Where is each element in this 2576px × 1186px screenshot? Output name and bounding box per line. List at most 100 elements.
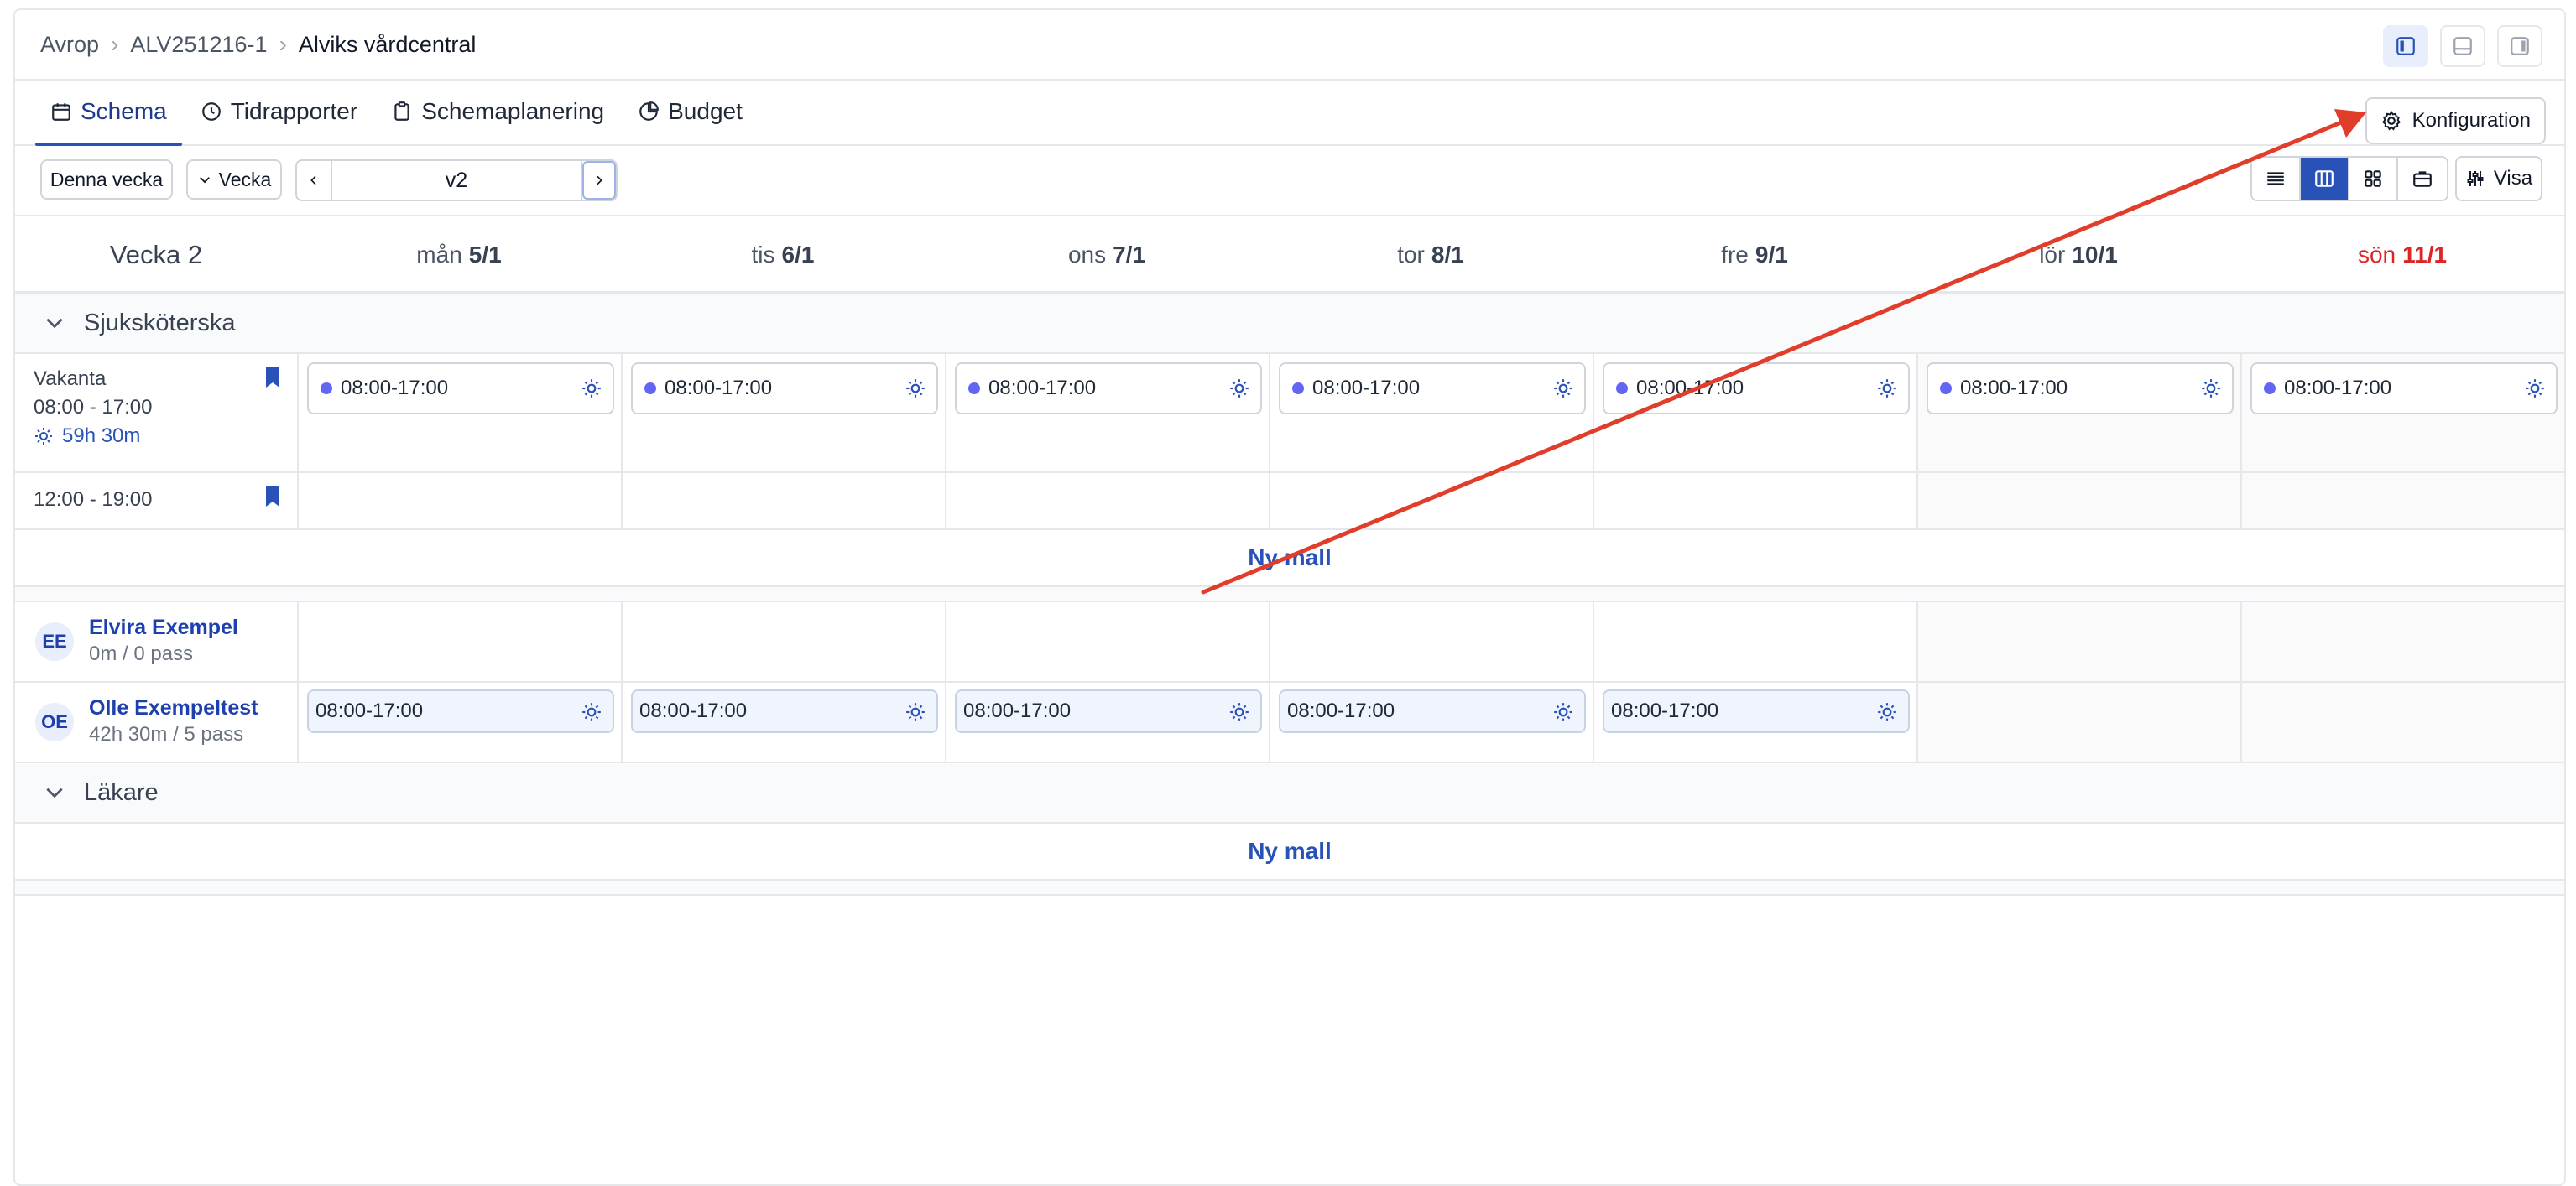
vacant-shift-slot[interactable]: 08:00-17:00 (1603, 362, 1910, 414)
configuration-button[interactable]: Konfiguration (2365, 97, 2546, 144)
assigned-shift-slot[interactable]: 08:00-17:00 (1279, 689, 1586, 733)
this-week-label: Denna vecka (50, 168, 164, 190)
breadcrumb: Avrop › ALV251216-1 › Alviks vårdcentral (40, 31, 476, 58)
tab-tidrapporter[interactable]: Tidrapporter (184, 79, 374, 144)
sun-icon (35, 428, 52, 445)
this-week-button[interactable]: Denna vecka (40, 159, 173, 200)
assigned-shift-slot[interactable]: 08:00-17:00 (955, 689, 1262, 733)
chevron-down-icon (46, 318, 63, 329)
vacant-shift-slot[interactable]: 08:00-17:00 (307, 362, 614, 414)
day-cell[interactable]: 08:00-17:00 (297, 354, 621, 471)
day-cell[interactable] (945, 473, 1269, 528)
tab-label: Budget (668, 98, 743, 124)
layout-right-panel-button[interactable] (2497, 25, 2542, 67)
day-cell[interactable] (297, 473, 621, 528)
day-cell[interactable]: 08:00-17:00 (945, 683, 1269, 762)
tab-schema[interactable]: Schema (34, 79, 184, 146)
grid-view-button[interactable] (2349, 158, 2398, 200)
day-header-4: fre 9/1 (1593, 216, 1916, 294)
day-cell[interactable] (1269, 602, 1593, 681)
day-cell[interactable]: 08:00-17:00 (1593, 683, 1916, 762)
day-cell[interactable] (621, 602, 945, 681)
spacer-row (15, 881, 2564, 896)
period-select[interactable]: Vecka (186, 159, 282, 200)
calendar-icon (52, 103, 70, 121)
status-dot (1292, 382, 1304, 394)
staff-name[interactable]: Olle Exempeltest (89, 696, 258, 720)
briefcase-view-button[interactable] (2398, 158, 2447, 200)
day-header-1: tis 6/1 (621, 216, 945, 294)
day-header-0: mån 5/1 (297, 216, 621, 294)
breadcrumb-order[interactable]: ALV251216-1 (130, 32, 267, 58)
shift-time: 08:00-17:00 (963, 700, 1072, 722)
day-cell[interactable]: 08:00-17:00 (621, 354, 945, 471)
vacant-shift-slot[interactable]: 08:00-17:00 (2250, 362, 2558, 414)
day-cell[interactable] (2240, 473, 2564, 528)
tab-schemaplanering[interactable]: Schemaplanering (374, 79, 621, 144)
staff-label-cell[interactable]: EE Elvira Exempel 0m / 0 pass (15, 602, 297, 681)
day-cell[interactable] (1593, 602, 1916, 681)
vacant-shift-slot[interactable]: 08:00-17:00 (1927, 362, 2234, 414)
vacant-shift-slot[interactable]: 08:00-17:00 (1279, 362, 1586, 414)
new-template-button[interactable]: Ny mall (15, 824, 2564, 881)
week-value-input[interactable]: v2 (331, 161, 582, 200)
tab-budget[interactable]: Budget (621, 79, 759, 144)
status-dot (1616, 382, 1628, 394)
day-cell[interactable] (1916, 602, 2240, 681)
day-cell[interactable] (945, 602, 1269, 681)
day-cell[interactable]: 08:00-17:00 (2240, 354, 2564, 471)
previous-week-button[interactable] (297, 161, 331, 200)
status-dot (2264, 382, 2276, 394)
display-options-button[interactable]: Visa (2455, 156, 2542, 201)
section-header-sjukskoterska[interactable]: Sjuksköterska (15, 294, 2564, 354)
day-name: sön (2357, 242, 2396, 268)
status-dot (321, 382, 332, 394)
sidebar-right-icon (2511, 37, 2529, 55)
assigned-shift-slot[interactable]: 08:00-17:00 (631, 689, 938, 733)
vacant-shift-slot[interactable]: 08:00-17:00 (631, 362, 938, 414)
staff-name[interactable]: Elvira Exempel (89, 616, 238, 640)
section-header-lakare[interactable]: Läkare (15, 763, 2564, 824)
assigned-shift-slot[interactable]: 08:00-17:00 (1603, 689, 1910, 733)
pie-chart-icon (639, 101, 660, 121)
toolbar: Denna vecka Vecka v2 Visa (15, 146, 2564, 216)
day-cell[interactable]: 08:00-17:00 (297, 683, 621, 762)
staff-label-cell[interactable]: OE Olle Exempeltest 42h 30m / 5 pass (15, 683, 297, 762)
vacant-shift-row-2: 12:00 - 19:00 (15, 473, 2564, 530)
assigned-shift-slot[interactable]: 08:00-17:00 (307, 689, 614, 733)
day-cell[interactable] (1593, 473, 1916, 528)
week-columns-view-button[interactable] (2301, 158, 2349, 200)
layout-left-panel-button[interactable] (2383, 25, 2428, 67)
day-cell[interactable]: 08:00-17:00 (1916, 354, 2240, 471)
day-cell[interactable] (297, 602, 621, 681)
vacant-shift-slot[interactable]: 08:00-17:00 (955, 362, 1262, 414)
day-cell[interactable]: 08:00-17:00 (945, 354, 1269, 471)
new-template-button[interactable]: Ny mall (15, 530, 2564, 587)
shift-time: 08:00-17:00 (1287, 700, 1395, 722)
day-header-2: ons 7/1 (945, 216, 1269, 294)
chevron-down-icon (46, 788, 63, 798)
sun-icon (581, 377, 602, 405)
day-cell[interactable]: 08:00-17:00 (621, 683, 945, 762)
bookmark-icon[interactable] (263, 366, 282, 389)
day-cell[interactable]: 08:00-17:00 (1593, 354, 1916, 471)
day-cell[interactable] (1916, 473, 2240, 528)
day-cell[interactable]: 08:00-17:00 (1269, 354, 1593, 471)
day-cell[interactable] (2240, 683, 2564, 762)
layout-bottom-panel-button[interactable] (2440, 25, 2485, 67)
next-week-button[interactable] (582, 161, 616, 200)
list-view-button[interactable] (2252, 158, 2301, 200)
shift-time: 08:00-17:00 (639, 700, 748, 722)
breadcrumb-avrop[interactable]: Avrop (40, 32, 99, 58)
day-cell[interactable] (1916, 683, 2240, 762)
status-dot (1940, 382, 1952, 394)
day-cell[interactable] (1269, 473, 1593, 528)
day-cell[interactable]: 08:00-17:00 (1269, 683, 1593, 762)
day-date: 9/1 (1755, 242, 1788, 268)
day-date: 11/1 (2402, 242, 2448, 268)
bookmark-icon[interactable] (263, 485, 282, 508)
week-navigator: v2 (295, 159, 618, 201)
day-cell[interactable] (2240, 602, 2564, 681)
sun-icon (905, 701, 926, 729)
day-cell[interactable] (621, 473, 945, 528)
